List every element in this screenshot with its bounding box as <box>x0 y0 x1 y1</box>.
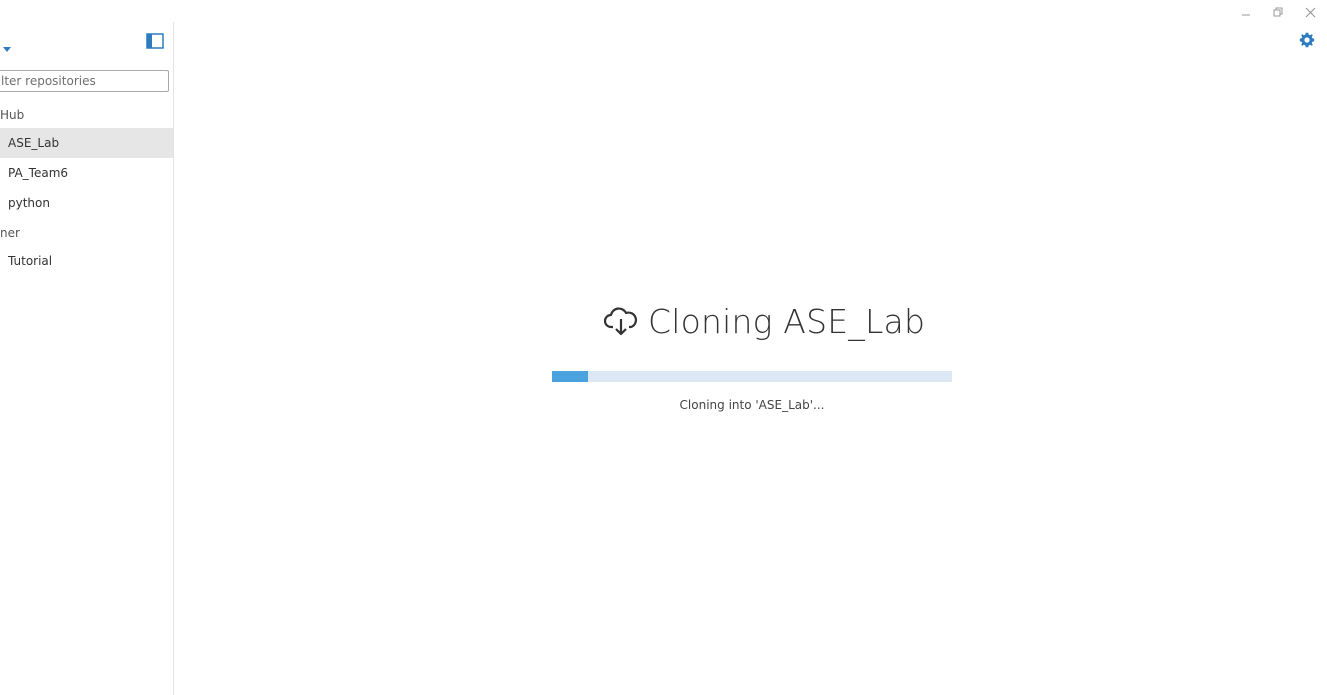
clone-progress-panel: Cloning ASE_Lab Cloning into 'ASE_Lab'..… <box>174 0 1327 695</box>
group-label-other: ner <box>0 226 20 240</box>
repo-item-tutorial[interactable]: Tutorial <box>0 246 173 276</box>
app-window: Hub ASE_Lab PA_Team6 python ner Tutorial… <box>0 0 1327 695</box>
clone-progress-fill <box>552 371 588 382</box>
filter-repositories-input[interactable] <box>0 70 169 92</box>
repo-item-python[interactable]: python <box>0 188 173 218</box>
repository-sidebar: Hub ASE_Lab PA_Team6 python ner Tutorial <box>0 22 174 695</box>
sidebar-header <box>0 22 173 62</box>
repo-item-pa-team6[interactable]: PA_Team6 <box>0 158 173 188</box>
caret-down-icon <box>3 47 11 52</box>
account-dropdown[interactable] <box>3 38 13 52</box>
repo-item-label: Tutorial <box>8 254 53 268</box>
repo-item-label: PA_Team6 <box>8 166 69 180</box>
clone-status-text: Cloning into 'ASE_Lab'... <box>679 398 825 412</box>
clone-progress-bar <box>552 371 952 382</box>
sidebar-toggle-icon <box>146 33 164 49</box>
clone-title-text: Cloning ASE_Lab <box>648 302 926 341</box>
cloud-download-icon <box>604 306 638 335</box>
group-label-hub: Hub <box>0 108 25 122</box>
clone-heading: Cloning ASE_Lab <box>604 302 925 341</box>
repo-item-ase-lab[interactable]: ASE_Lab <box>0 128 173 158</box>
sidebar-toggle-button[interactable] <box>146 33 164 51</box>
repo-item-label: python <box>8 196 50 210</box>
repo-item-label: ASE_Lab <box>8 136 60 150</box>
